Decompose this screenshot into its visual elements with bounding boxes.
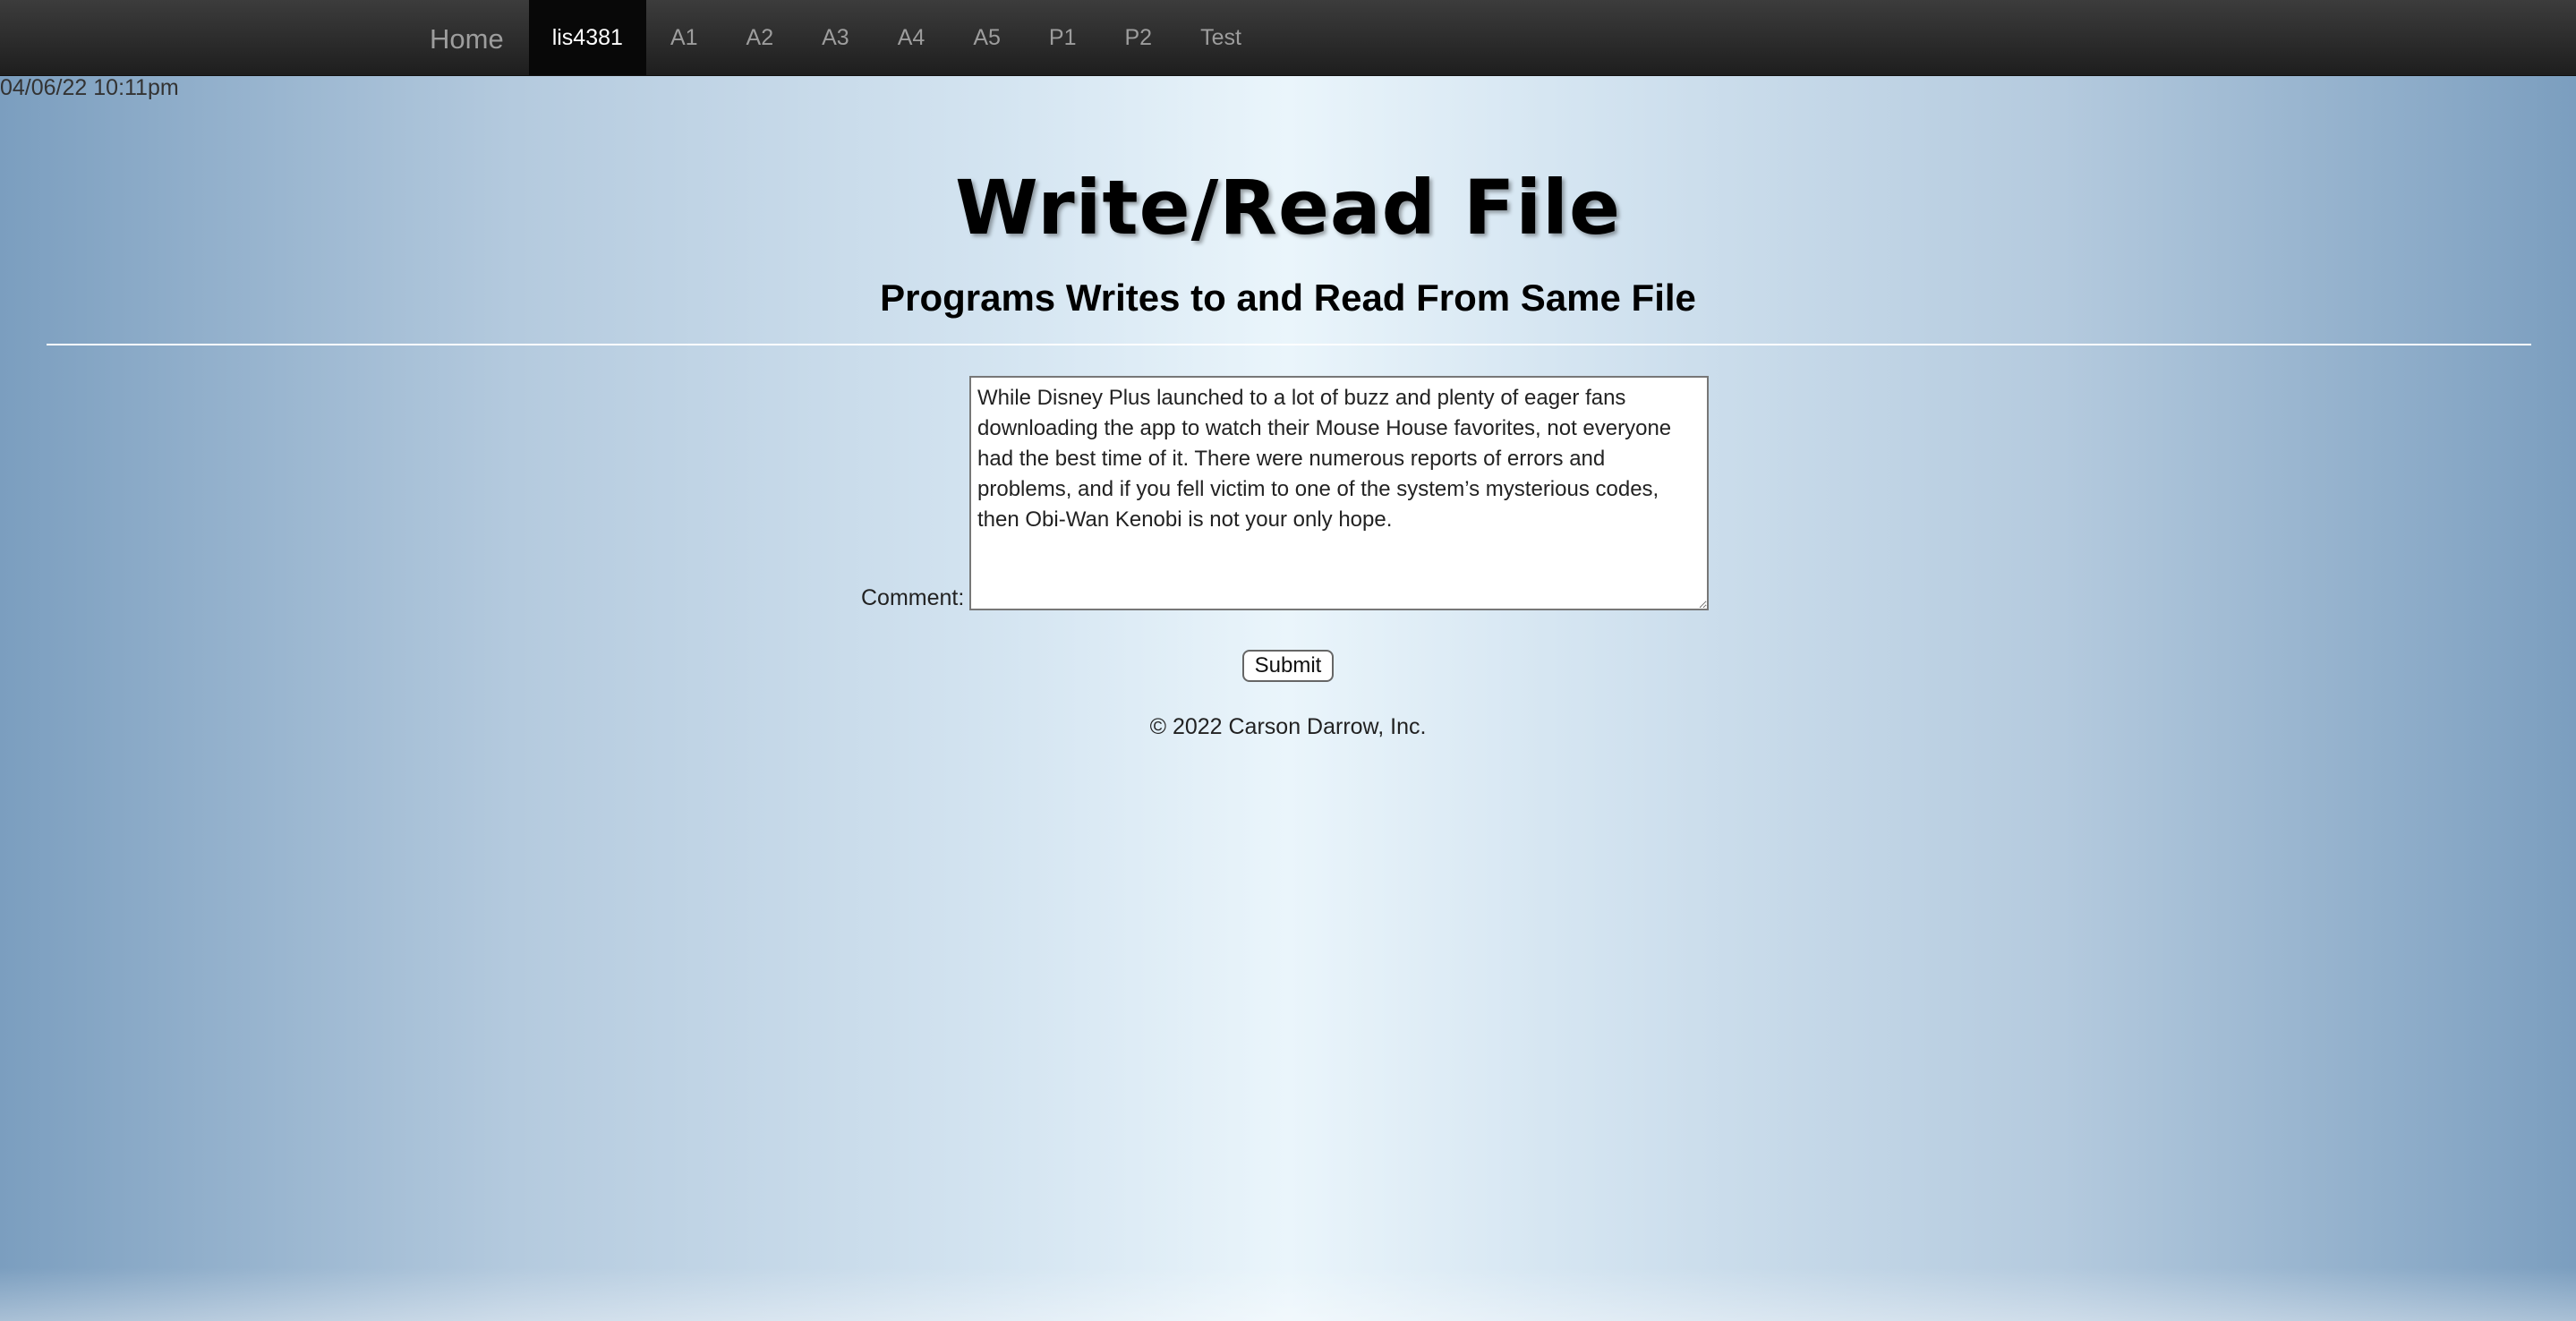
nav-item-a4[interactable]: A4 xyxy=(874,0,950,75)
nav-item-a1[interactable]: A1 xyxy=(646,0,722,75)
nav-item-p1[interactable]: P1 xyxy=(1025,0,1101,75)
submit-button[interactable]: Submit xyxy=(1242,650,1334,682)
comment-textarea[interactable]: While Disney Plus launched to a lot of b… xyxy=(969,376,1709,610)
nav-item-a3[interactable]: A3 xyxy=(798,0,874,75)
horizontal-divider xyxy=(47,344,2531,345)
nav-item-a5[interactable]: A5 xyxy=(949,0,1025,75)
page-title: Write/Read File xyxy=(955,164,1621,251)
page-subtitle: Programs Writes to and Read From Same Fi… xyxy=(880,277,1696,319)
nav-brand-home[interactable]: Home xyxy=(405,0,529,75)
top-navbar: Home lis4381 A1 A2 A3 A4 A5 P1 P2 Test xyxy=(0,0,2576,76)
nav-item-lis4381[interactable]: lis4381 xyxy=(528,0,646,75)
nav-item-test[interactable]: Test xyxy=(1176,0,1266,75)
bottom-glow-decoration xyxy=(0,1267,2576,1321)
timestamp: 04/06/22 10:11pm xyxy=(0,75,179,100)
comment-label: Comment: xyxy=(861,585,965,610)
footer-copyright: © 2022 Carson Darrow, Inc. xyxy=(1149,714,1427,739)
nav-item-a2[interactable]: A2 xyxy=(722,0,798,75)
nav-item-p2[interactable]: P2 xyxy=(1101,0,1177,75)
nav-links: Home lis4381 A1 A2 A3 A4 A5 P1 P2 Test xyxy=(405,0,1266,75)
